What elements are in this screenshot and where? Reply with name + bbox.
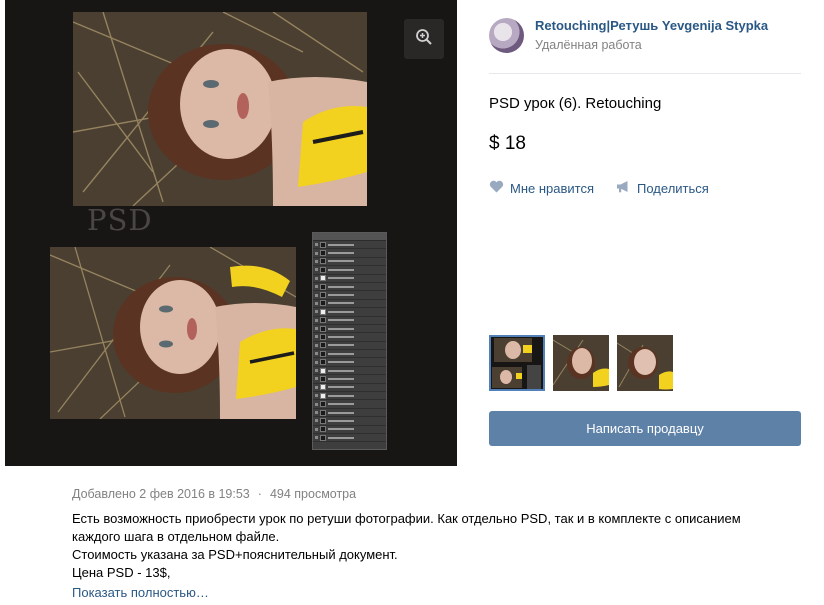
zoom-button[interactable] (404, 19, 444, 59)
product-description: Есть возможность приобрести урок по рету… (72, 510, 772, 582)
divider (489, 73, 801, 74)
seller-subtitle: Удалённая работа (535, 38, 642, 52)
write-seller-button[interactable]: Написать продавцу (489, 411, 801, 446)
thumbnail-1[interactable] (489, 335, 545, 391)
main-photo-bottom (50, 247, 296, 419)
product-actions: Мне нравится Поделиться (489, 180, 709, 196)
photoshop-layers-panel (312, 232, 387, 450)
description-line: Есть возможность приобрести урок по рету… (72, 511, 741, 526)
added-date: Добавлено 2 фев 2016 в 19:53 (72, 487, 250, 501)
description-line: каждого шага в отдельном файле. (72, 529, 280, 544)
share-label: Поделиться (637, 180, 709, 196)
like-label: Мне нравится (510, 180, 595, 196)
megaphone-icon (616, 180, 631, 196)
view-count: 494 просмотра (269, 487, 357, 501)
thumbnail-2[interactable] (553, 335, 609, 391)
meta-separator: · (257, 487, 262, 501)
product-photo-viewer[interactable]: PSD (5, 0, 457, 466)
description-line: Стоимость указана за PSD+пояснительный д… (72, 547, 398, 562)
seller-name-link[interactable]: Retouching|Ретушь Yevgenija Stypka (535, 17, 768, 35)
like-button[interactable]: Мне нравится (489, 180, 594, 196)
share-button[interactable]: Поделиться (616, 180, 709, 196)
psd-watermark: PSD (87, 203, 153, 237)
photo-thumbnails (489, 335, 673, 391)
description-line: Цена PSD - 13$, (72, 565, 171, 580)
seller-avatar[interactable] (489, 18, 524, 53)
product-price: $ 18 (489, 133, 526, 154)
seller-info: Retouching|Ретушь Yevgenija Stypka Удалё… (489, 17, 768, 54)
zoom-in-icon (415, 28, 433, 50)
show-more-link[interactable]: Показать полностью… (72, 585, 209, 600)
product-title: PSD урок (6). Retouching (489, 95, 662, 112)
thumbnail-3[interactable] (617, 335, 673, 391)
post-meta: Добавлено 2 фев 2016 в 19:53 · 494 просмот… (72, 487, 356, 501)
main-photo-top (73, 12, 367, 206)
heart-icon (489, 180, 504, 196)
